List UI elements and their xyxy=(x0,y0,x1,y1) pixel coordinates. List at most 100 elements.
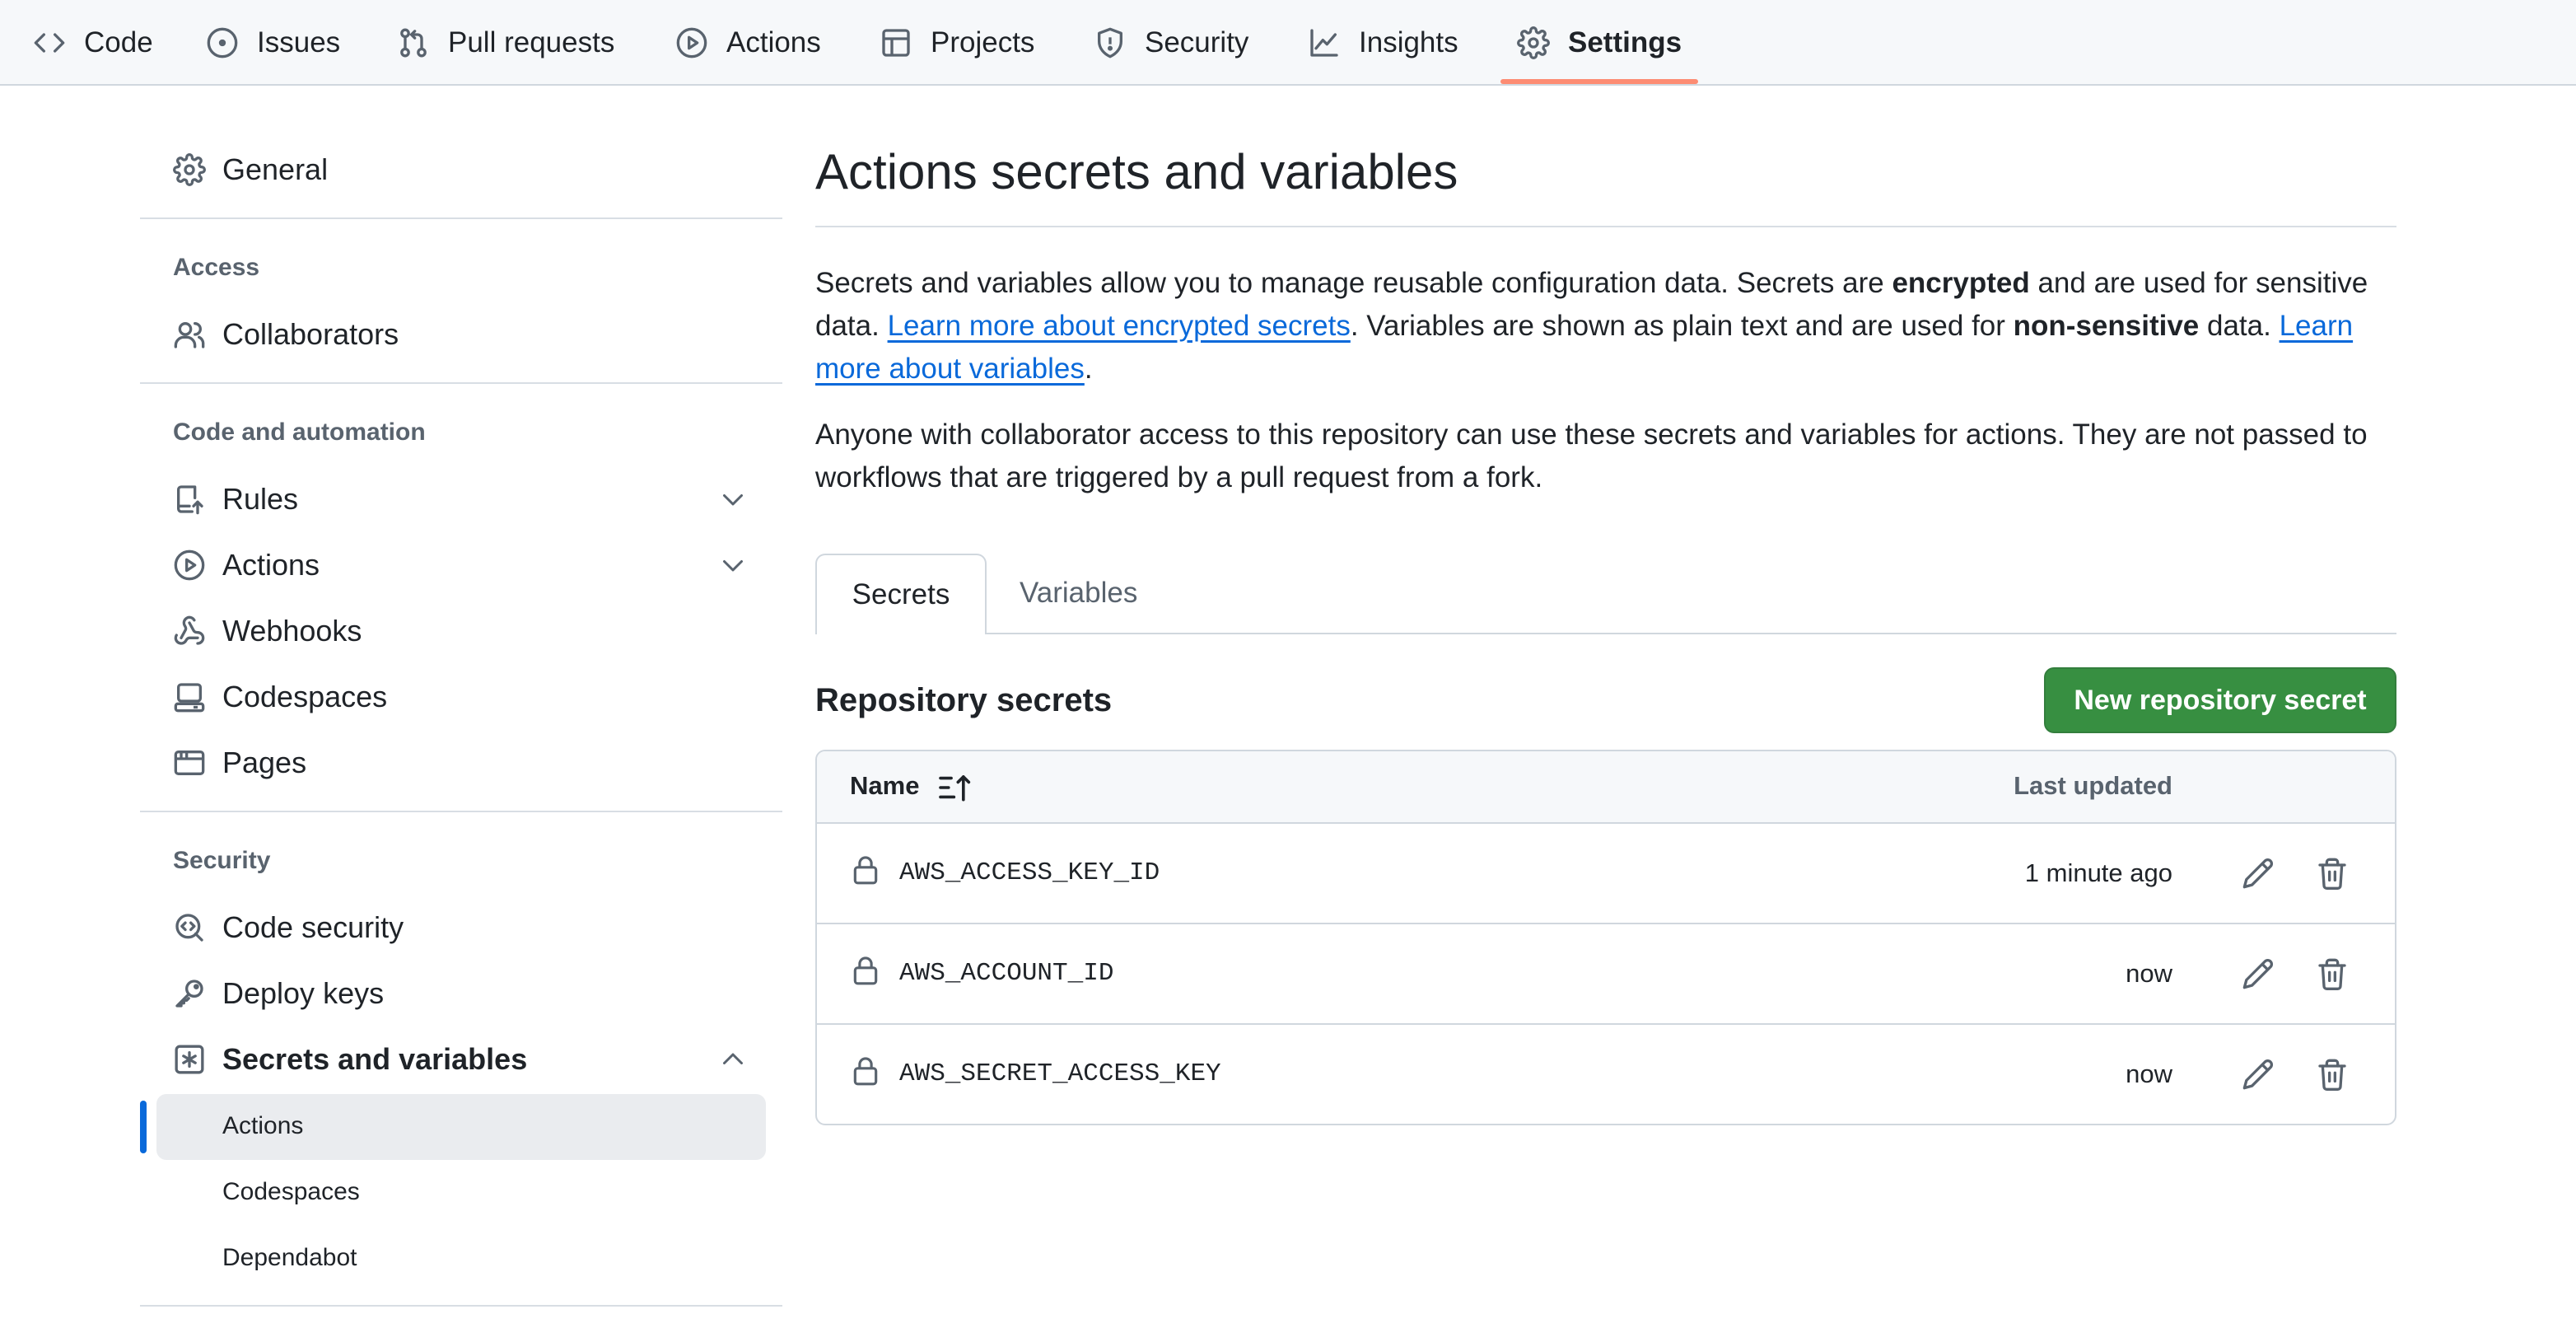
tab-settings[interactable]: Settings xyxy=(1517,0,1682,86)
pencil-icon[interactable] xyxy=(2242,957,2275,990)
sidebar-item-general[interactable]: General xyxy=(173,137,328,203)
learn-more-secrets-link[interactable]: Learn more about encrypted secrets xyxy=(888,310,1351,342)
intro-text: Secrets and variables allow you to manag… xyxy=(815,267,1892,299)
tab-issues[interactable]: Issues xyxy=(206,0,340,86)
gear-icon xyxy=(1517,26,1550,59)
table-row: AWS_ACCOUNT_ID now xyxy=(817,924,2395,1025)
tab-secrets[interactable]: Secrets xyxy=(815,554,987,634)
sidebar-heading-code-automation: Code and automation xyxy=(173,419,426,446)
tab-code[interactable]: Code xyxy=(33,0,153,86)
sidebar-item-pages[interactable]: Pages xyxy=(173,730,306,796)
selected-tab-underline xyxy=(1500,79,1698,84)
sidebar-subitem-actions[interactable]: Actions xyxy=(222,1112,303,1140)
play-icon xyxy=(676,27,707,58)
tab-label: Insights xyxy=(1359,26,1458,58)
intro-text: data. xyxy=(2199,310,2280,342)
intro-bold-encrypted: encrypted xyxy=(1892,267,2030,299)
lock-icon xyxy=(853,956,878,985)
chevron-up-icon[interactable] xyxy=(718,1045,748,1074)
table-icon xyxy=(882,29,910,57)
intro-text: . Variables are shown as plain text and … xyxy=(1350,310,2014,342)
tab-insights[interactable]: Insights xyxy=(1308,0,1458,86)
section-title: Repository secrets xyxy=(815,682,1113,718)
tab-label: Settings xyxy=(1568,26,1682,58)
page-title: Actions secrets and variables xyxy=(815,144,1458,199)
sidebar-heading-security: Security xyxy=(173,847,271,874)
shield-icon xyxy=(1098,27,1122,58)
sidebar-subitem-codespaces[interactable]: Codespaces xyxy=(222,1178,360,1206)
sidebar-item-label: Webhooks xyxy=(222,614,362,648)
title-divider xyxy=(815,226,2396,227)
sidebar-item-label: Deploy keys xyxy=(222,976,385,1010)
webhook-icon xyxy=(174,615,205,645)
tab-label: Projects xyxy=(931,26,1035,58)
graph-icon xyxy=(1310,29,1338,57)
sort-asc-icon[interactable] xyxy=(937,773,973,802)
asterisk-icon xyxy=(175,1045,204,1074)
sidebar-item-actions[interactable]: Actions xyxy=(173,532,320,598)
secret-last-updated: 1 minute ago xyxy=(2024,858,2172,887)
pencil-icon[interactable] xyxy=(2242,1058,2275,1091)
column-header-last-updated: Last updated xyxy=(2014,771,2172,800)
sidebar-item-label: Code security xyxy=(222,910,404,944)
tab-projects[interactable]: Projects xyxy=(880,0,1034,86)
sidebar-item-code-security[interactable]: Code security xyxy=(173,895,404,961)
sidebar-item-webhooks[interactable]: Webhooks xyxy=(173,598,362,664)
codespaces-icon xyxy=(174,683,205,713)
sidebar-divider xyxy=(140,1305,782,1307)
sidebar-subitem-dependabot[interactable]: Dependabot xyxy=(222,1244,357,1272)
tab-actions[interactable]: Actions xyxy=(675,0,821,86)
browser-icon xyxy=(174,751,205,775)
tab-pull-requests[interactable]: Pull requests xyxy=(397,0,614,86)
sidebar-item-label: Rules xyxy=(222,482,299,516)
active-indicator-bar xyxy=(140,1101,147,1153)
sidebar-item-label: Collaborators xyxy=(222,317,399,351)
sidebar-item-rules[interactable]: Rules xyxy=(173,466,298,532)
secret-name: AWS_ACCOUNT_ID xyxy=(899,959,1114,988)
sidebar-item-deploy-keys[interactable]: Deploy keys xyxy=(173,961,384,1026)
sidebar-divider xyxy=(140,382,782,384)
tab-label: Code xyxy=(84,26,153,58)
intro-bold-non-sensitive: non-sensitive xyxy=(2013,310,2200,342)
pencil-icon[interactable] xyxy=(2242,857,2275,890)
secret-last-updated: now xyxy=(2126,1059,2172,1088)
secrets-table: Name Last updated AWS_ACCESS_KEY_ID 1 mi… xyxy=(815,750,2396,1125)
repo-push-icon xyxy=(177,485,203,515)
tab-label: Actions xyxy=(726,26,821,58)
tab-label: Pull requests xyxy=(448,26,615,58)
table-row: AWS_SECRET_ACCESS_KEY now xyxy=(817,1025,2395,1124)
secret-name: AWS_SECRET_ACCESS_KEY xyxy=(899,1059,1221,1088)
sidebar-heading-access: Access xyxy=(173,254,260,281)
intro-paragraph: Secrets and variables allow you to manag… xyxy=(815,262,2396,390)
intro-text: . xyxy=(1084,353,1093,385)
sidebar-item-label: General xyxy=(222,152,329,186)
key-icon xyxy=(175,980,203,1008)
new-repository-secret-button[interactable]: New repository secret xyxy=(2044,667,2396,733)
tab-variables[interactable]: Variables xyxy=(1020,577,1137,610)
sidebar-divider xyxy=(140,217,782,219)
trash-icon[interactable] xyxy=(2316,1058,2349,1091)
column-header-name[interactable]: Name xyxy=(850,771,919,801)
sidebar-item-label: Secrets and variables xyxy=(222,1042,528,1076)
sidebar-item-collaborators[interactable]: Collaborators xyxy=(173,302,399,367)
sidebar-item-label: Actions xyxy=(222,548,320,582)
secret-last-updated: now xyxy=(2126,959,2172,988)
people-icon xyxy=(174,322,205,348)
sidebar-item-codespaces[interactable]: Codespaces xyxy=(173,664,387,730)
tab-label: Security xyxy=(1145,26,1249,58)
sidebar-item-secrets-and-variables[interactable]: Secrets and variables xyxy=(173,1026,527,1092)
chevron-down-icon[interactable] xyxy=(718,484,748,514)
trash-icon[interactable] xyxy=(2316,957,2349,990)
table-row: AWS_ACCESS_KEY_ID 1 minute ago xyxy=(817,824,2395,924)
tab-label: Issues xyxy=(257,26,341,58)
lock-icon xyxy=(853,856,878,885)
sidebar-divider xyxy=(140,811,782,812)
tab-security[interactable]: Security xyxy=(1094,0,1248,86)
play-icon xyxy=(174,549,205,581)
sidebar-item-label: Codespaces xyxy=(222,680,388,713)
trash-icon[interactable] xyxy=(2316,857,2349,890)
repo-nav: Code Issues Pull requests Actions Projec… xyxy=(0,0,2576,86)
chevron-down-icon[interactable] xyxy=(718,550,748,580)
table-header: Name Last updated xyxy=(817,751,2395,824)
gear-icon xyxy=(173,153,206,186)
